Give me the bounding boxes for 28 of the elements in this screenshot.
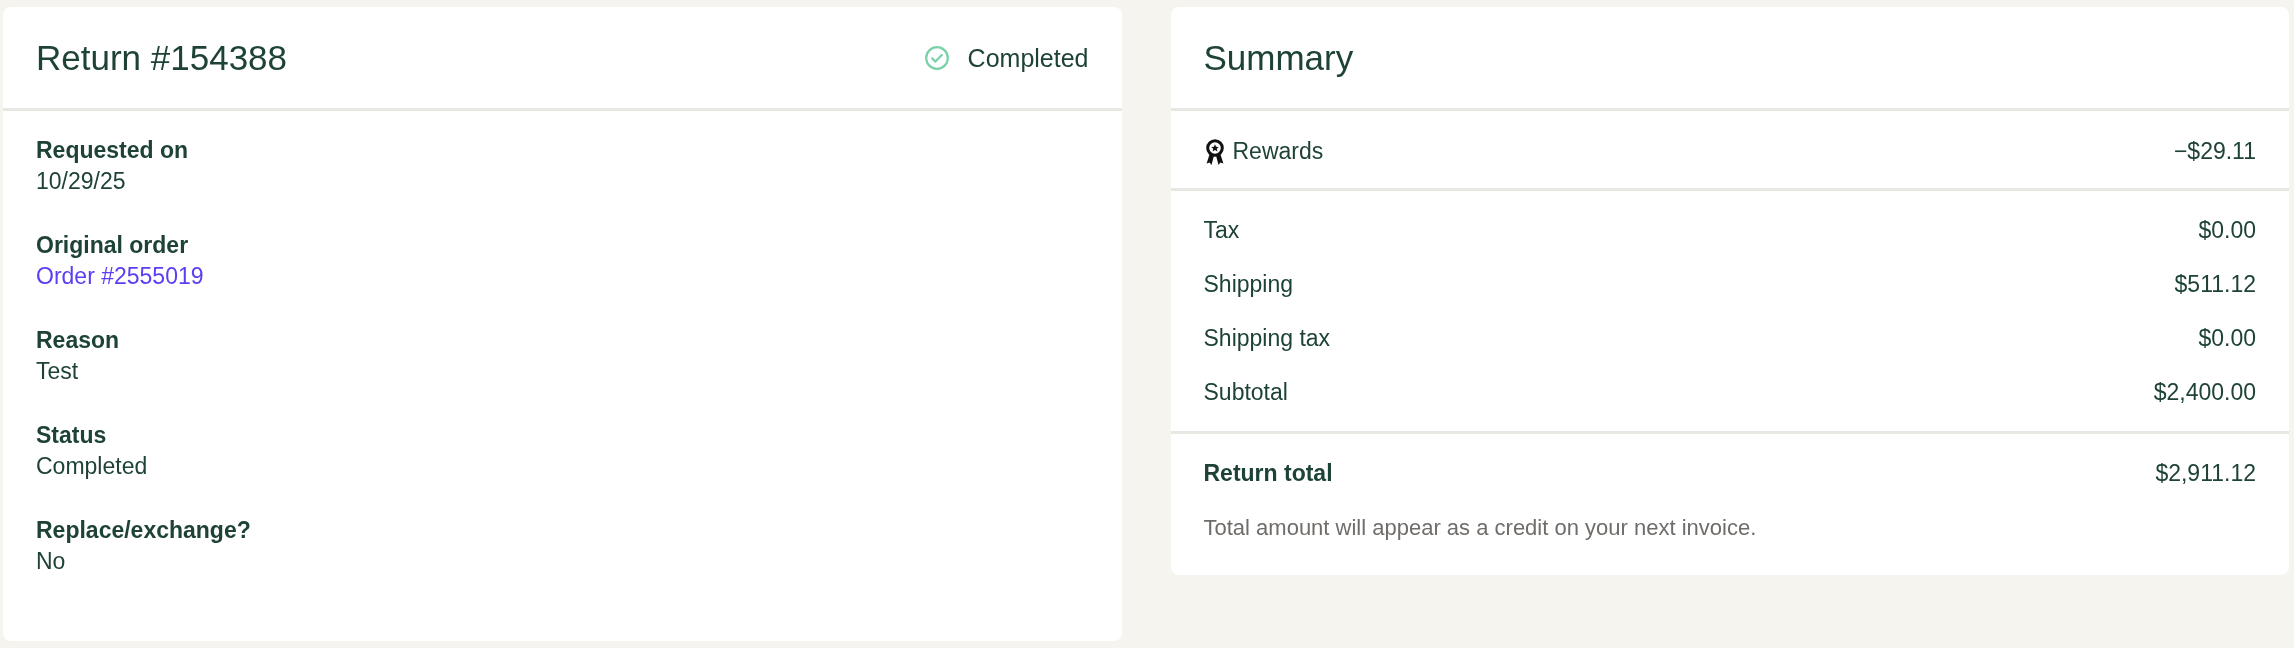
summary-amount: $511.12 <box>2174 269 2256 299</box>
field-label: Reason <box>36 326 120 355</box>
summary-amount: $0.00 <box>2198 215 2256 245</box>
summary-amount: $0.00 <box>2198 323 2256 353</box>
return-title: Return #154388 <box>36 36 288 79</box>
field-label: Requested on <box>36 136 189 165</box>
check-circle-icon <box>924 45 949 70</box>
field-value: No <box>36 547 66 576</box>
summary-amount: −$29.11 <box>2173 137 2256 166</box>
status-label: Completed <box>967 42 1089 74</box>
field-value: 10/29/25 <box>36 167 126 196</box>
total-amount: $2,911.12 <box>2155 459 2256 488</box>
field-value: Test <box>36 357 79 386</box>
order-link[interactable]: Order #2555019 <box>36 261 204 292</box>
award-ribbon-icon <box>1203 138 1226 165</box>
field-label: Replace/exchange? <box>36 516 251 545</box>
summary-label: Shipping tax <box>1203 323 1331 353</box>
summary-label: Subtotal <box>1203 377 1288 407</box>
summary-amount: $2,400.00 <box>2153 377 2256 407</box>
summary-label: Tax <box>1203 215 1240 245</box>
field-label: Status <box>36 421 107 450</box>
summary-label: Rewards <box>1232 137 1324 166</box>
field-label: Original order <box>36 231 189 260</box>
credit-note: Total amount will appear as a credit on your next invoice. <box>1203 514 1758 542</box>
summary-label: Shipping <box>1203 269 1294 299</box>
summary-title: Summary <box>1203 36 1354 79</box>
total-label: Return total <box>1203 459 1333 488</box>
field-value: Completed <box>36 452 148 481</box>
